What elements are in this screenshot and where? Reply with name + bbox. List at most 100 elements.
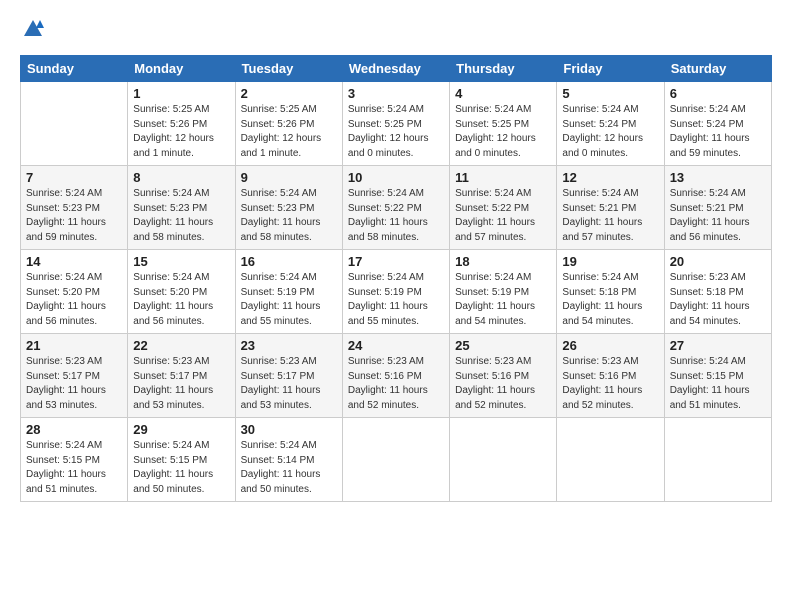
calendar-header-row: SundayMondayTuesdayWednesdayThursdayFrid… <box>21 56 772 82</box>
calendar-week-2: 7 Sunrise: 5:24 AM Sunset: 5:23 PM Daylig… <box>21 166 772 250</box>
calendar-cell <box>664 418 771 502</box>
day-info: Sunrise: 5:24 AM Sunset: 5:25 PM Dayligh… <box>348 103 444 161</box>
day-number: 17 <box>348 254 444 269</box>
day-number: 26 <box>562 338 658 353</box>
calendar-week-3: 14 Sunrise: 5:24 AM Sunset: 5:20 PM Dayli… <box>21 250 772 334</box>
calendar-cell: 11 Sunrise: 5:24 AM Sunset: 5:22 PM Dayli… <box>450 166 557 250</box>
day-number: 8 <box>133 170 229 185</box>
day-info: Sunrise: 5:24 AM Sunset: 5:19 PM Dayligh… <box>455 271 551 329</box>
day-number: 30 <box>241 422 337 437</box>
calendar-cell <box>21 82 128 166</box>
day-info: Sunrise: 5:24 AM Sunset: 5:21 PM Dayligh… <box>562 187 658 245</box>
day-info: Sunrise: 5:25 AM Sunset: 5:26 PM Dayligh… <box>241 103 337 161</box>
day-number: 28 <box>26 422 122 437</box>
day-number: 16 <box>241 254 337 269</box>
day-info: Sunrise: 5:24 AM Sunset: 5:23 PM Dayligh… <box>26 187 122 245</box>
calendar-cell: 30 Sunrise: 5:24 AM Sunset: 5:14 PM Dayli… <box>235 418 342 502</box>
day-number: 22 <box>133 338 229 353</box>
day-number: 23 <box>241 338 337 353</box>
day-number: 19 <box>562 254 658 269</box>
day-info: Sunrise: 5:24 AM Sunset: 5:18 PM Dayligh… <box>562 271 658 329</box>
day-info: Sunrise: 5:24 AM Sunset: 5:21 PM Dayligh… <box>670 187 766 245</box>
calendar-cell: 15 Sunrise: 5:24 AM Sunset: 5:20 PM Dayli… <box>128 250 235 334</box>
calendar-cell: 16 Sunrise: 5:24 AM Sunset: 5:19 PM Dayli… <box>235 250 342 334</box>
day-number: 6 <box>670 86 766 101</box>
day-info: Sunrise: 5:24 AM Sunset: 5:15 PM Dayligh… <box>133 439 229 497</box>
calendar-cell: 3 Sunrise: 5:24 AM Sunset: 5:25 PM Daylig… <box>342 82 449 166</box>
day-info: Sunrise: 5:24 AM Sunset: 5:23 PM Dayligh… <box>241 187 337 245</box>
calendar-cell <box>557 418 664 502</box>
day-number: 13 <box>670 170 766 185</box>
day-number: 3 <box>348 86 444 101</box>
calendar-week-5: 28 Sunrise: 5:24 AM Sunset: 5:15 PM Dayli… <box>21 418 772 502</box>
calendar-cell <box>450 418 557 502</box>
day-info: Sunrise: 5:23 AM Sunset: 5:16 PM Dayligh… <box>348 355 444 413</box>
day-number: 12 <box>562 170 658 185</box>
day-info: Sunrise: 5:23 AM Sunset: 5:17 PM Dayligh… <box>241 355 337 413</box>
calendar-week-4: 21 Sunrise: 5:23 AM Sunset: 5:17 PM Dayli… <box>21 334 772 418</box>
day-number: 20 <box>670 254 766 269</box>
day-number: 27 <box>670 338 766 353</box>
calendar-cell: 18 Sunrise: 5:24 AM Sunset: 5:19 PM Dayli… <box>450 250 557 334</box>
day-number: 7 <box>26 170 122 185</box>
calendar-cell: 6 Sunrise: 5:24 AM Sunset: 5:24 PM Daylig… <box>664 82 771 166</box>
calendar-cell: 4Sunrise: 5:24 AM Sunset: 5:25 PM Daylig… <box>450 82 557 166</box>
day-header-sunday: Sunday <box>21 56 128 82</box>
calendar-cell: 13 Sunrise: 5:24 AM Sunset: 5:21 PM Dayli… <box>664 166 771 250</box>
calendar-cell: 8 Sunrise: 5:24 AM Sunset: 5:23 PM Daylig… <box>128 166 235 250</box>
day-header-saturday: Saturday <box>664 56 771 82</box>
logo-icon <box>22 18 44 40</box>
day-number: 25 <box>455 338 551 353</box>
calendar-cell: 7 Sunrise: 5:24 AM Sunset: 5:23 PM Daylig… <box>21 166 128 250</box>
day-number: 18 <box>455 254 551 269</box>
day-info: Sunrise: 5:23 AM Sunset: 5:18 PM Dayligh… <box>670 271 766 329</box>
day-number: 29 <box>133 422 229 437</box>
day-number: 10 <box>348 170 444 185</box>
day-number: 5 <box>562 86 658 101</box>
day-info: Sunrise: 5:24 AM Sunset: 5:19 PM Dayligh… <box>241 271 337 329</box>
day-info: Sunrise: 5:25 AM Sunset: 5:26 PM Dayligh… <box>133 103 229 161</box>
day-info: Sunrise: 5:23 AM Sunset: 5:16 PM Dayligh… <box>455 355 551 413</box>
day-number: 9 <box>241 170 337 185</box>
day-info: Sunrise: 5:23 AM Sunset: 5:17 PM Dayligh… <box>133 355 229 413</box>
day-info: Sunrise: 5:24 AM Sunset: 5:22 PM Dayligh… <box>455 187 551 245</box>
day-info: Sunrise: 5:24 AM Sunset: 5:24 PM Dayligh… <box>562 103 658 161</box>
day-info: Sunrise: 5:24 AM Sunset: 5:22 PM Dayligh… <box>348 187 444 245</box>
calendar-cell <box>342 418 449 502</box>
day-info: Sunrise: 5:24 AM Sunset: 5:23 PM Dayligh… <box>133 187 229 245</box>
day-header-monday: Monday <box>128 56 235 82</box>
calendar-cell: 28 Sunrise: 5:24 AM Sunset: 5:15 PM Dayli… <box>21 418 128 502</box>
day-info: Sunrise: 5:23 AM Sunset: 5:16 PM Dayligh… <box>562 355 658 413</box>
day-info: Sunrise: 5:24 AM Sunset: 5:25 PM Dayligh… <box>455 103 551 161</box>
calendar-table: SundayMondayTuesdayWednesdayThursdayFrid… <box>20 55 772 502</box>
calendar-cell: 26 Sunrise: 5:23 AM Sunset: 5:16 PM Dayli… <box>557 334 664 418</box>
day-header-friday: Friday <box>557 56 664 82</box>
calendar-week-1: 1Sunrise: 5:25 AM Sunset: 5:26 PM Daylig… <box>21 82 772 166</box>
header <box>20 18 772 45</box>
day-header-tuesday: Tuesday <box>235 56 342 82</box>
day-info: Sunrise: 5:24 AM Sunset: 5:24 PM Dayligh… <box>670 103 766 161</box>
calendar-cell: 14 Sunrise: 5:24 AM Sunset: 5:20 PM Dayli… <box>21 250 128 334</box>
day-info: Sunrise: 5:24 AM Sunset: 5:20 PM Dayligh… <box>26 271 122 329</box>
calendar-cell: 1Sunrise: 5:25 AM Sunset: 5:26 PM Daylig… <box>128 82 235 166</box>
day-info: Sunrise: 5:24 AM Sunset: 5:20 PM Dayligh… <box>133 271 229 329</box>
logo-text <box>20 18 44 45</box>
calendar-cell: 17Sunrise: 5:24 AM Sunset: 5:19 PM Dayli… <box>342 250 449 334</box>
day-number: 11 <box>455 170 551 185</box>
day-number: 15 <box>133 254 229 269</box>
calendar-cell: 29 Sunrise: 5:24 AM Sunset: 5:15 PM Dayli… <box>128 418 235 502</box>
day-header-thursday: Thursday <box>450 56 557 82</box>
day-info: Sunrise: 5:24 AM Sunset: 5:15 PM Dayligh… <box>670 355 766 413</box>
day-info: Sunrise: 5:24 AM Sunset: 5:15 PM Dayligh… <box>26 439 122 497</box>
calendar-cell: 12 Sunrise: 5:24 AM Sunset: 5:21 PM Dayli… <box>557 166 664 250</box>
calendar-cell: 2Sunrise: 5:25 AM Sunset: 5:26 PM Daylig… <box>235 82 342 166</box>
day-number: 24 <box>348 338 444 353</box>
calendar-cell: 9 Sunrise: 5:24 AM Sunset: 5:23 PM Daylig… <box>235 166 342 250</box>
day-info: Sunrise: 5:23 AM Sunset: 5:17 PM Dayligh… <box>26 355 122 413</box>
calendar-cell: 27 Sunrise: 5:24 AM Sunset: 5:15 PM Dayli… <box>664 334 771 418</box>
day-info: Sunrise: 5:24 AM Sunset: 5:14 PM Dayligh… <box>241 439 337 497</box>
day-number: 14 <box>26 254 122 269</box>
day-number: 21 <box>26 338 122 353</box>
calendar-cell: 19 Sunrise: 5:24 AM Sunset: 5:18 PM Dayli… <box>557 250 664 334</box>
calendar-cell: 21 Sunrise: 5:23 AM Sunset: 5:17 PM Dayli… <box>21 334 128 418</box>
